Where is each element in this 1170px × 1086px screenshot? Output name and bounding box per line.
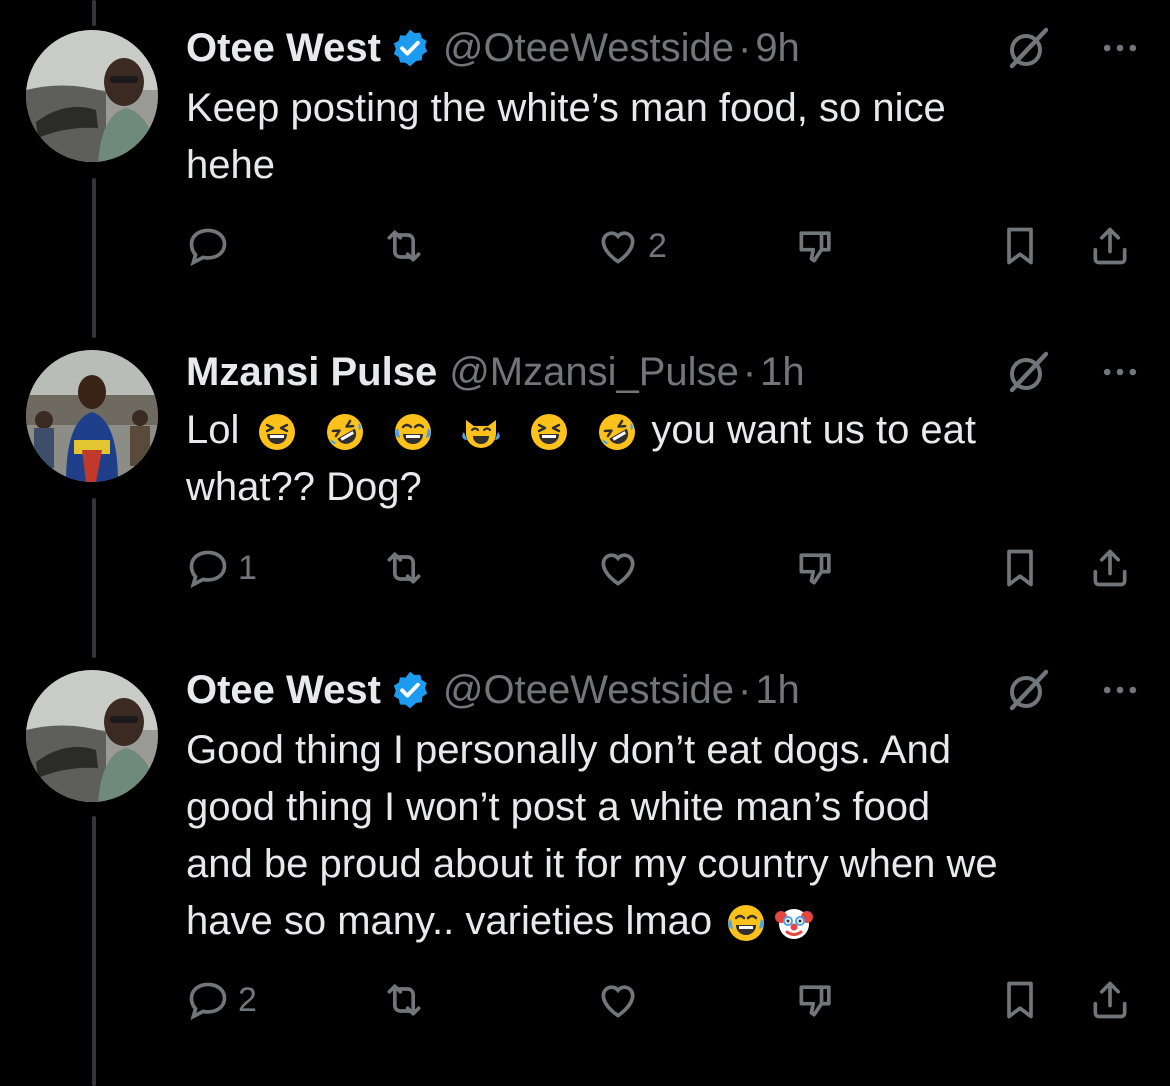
- bookmark-button[interactable]: [998, 540, 1042, 596]
- tweet-text-line: Keep posting the white’s man food, so ni…: [186, 86, 946, 130]
- bookmark-button[interactable]: [998, 972, 1042, 1028]
- grok-icon[interactable]: [1004, 348, 1052, 396]
- heart-icon: [596, 546, 640, 590]
- tweet-text-prefix: Lol: [186, 408, 240, 452]
- tweet-header: Mzansi Pulse @Mzansi_Pulse · 1h: [186, 342, 805, 402]
- tweet-text-line-end: have so many.. varieties lmao: [186, 899, 713, 943]
- verified-badge-icon[interactable]: [389, 27, 431, 69]
- bookmark-icon: [998, 978, 1042, 1022]
- cat-tears-of-joy-icon: [461, 412, 501, 452]
- reply-icon: [186, 546, 230, 590]
- reply-button[interactable]: 2: [186, 972, 257, 1028]
- display-name[interactable]: Otee West: [186, 668, 381, 713]
- reply-icon: [186, 978, 230, 1022]
- tweet-header: Otee West @OteeWestside · 9h: [186, 18, 800, 78]
- retweet-button[interactable]: [382, 218, 426, 274]
- tweet-text-line: what?? Dog?: [186, 465, 422, 509]
- retweet-button[interactable]: [382, 540, 426, 596]
- timestamp[interactable]: 9h: [755, 26, 800, 71]
- separator: ·: [737, 25, 752, 70]
- timestamp[interactable]: 1h: [755, 668, 800, 713]
- retweet-icon: [382, 978, 426, 1022]
- reply-count: 2: [238, 980, 257, 1019]
- tweet[interactable]: Otee West @OteeWestside · 9h Keep postin…: [0, 0, 1170, 330]
- avatar[interactable]: [26, 350, 158, 482]
- grok-icon[interactable]: [1004, 666, 1052, 714]
- bookmark-button[interactable]: [998, 218, 1042, 274]
- share-icon: [1088, 546, 1132, 590]
- tweet[interactable]: Otee West @OteeWestside · 1h Good thing …: [0, 650, 1170, 1086]
- avatar[interactable]: [26, 670, 158, 802]
- username[interactable]: @OteeWestside: [443, 668, 734, 713]
- rolling-on-floor-laughing-icon: [597, 412, 637, 452]
- heart-icon: [596, 978, 640, 1022]
- tweet-text-suffix: you want us to eat: [651, 408, 977, 452]
- action-bar: 2: [186, 972, 1146, 1028]
- share-button[interactable]: [1088, 972, 1132, 1028]
- tweet-text-line: hehe: [186, 143, 275, 187]
- tweet-text-line: good thing I won’t post a white man’s fo…: [186, 785, 931, 829]
- bookmark-icon: [998, 546, 1042, 590]
- thumbs-down-icon: [794, 546, 838, 590]
- tweet-text-line: Good thing I personally don’t eat dogs. …: [186, 728, 951, 772]
- action-bar: 2: [186, 218, 1146, 274]
- like-button[interactable]: 2: [596, 218, 667, 274]
- timestamp[interactable]: 1h: [760, 350, 805, 395]
- share-button[interactable]: [1088, 540, 1132, 596]
- separator: ·: [737, 667, 752, 712]
- retweet-icon: [382, 546, 426, 590]
- tweet[interactable]: Mzansi Pulse @Mzansi_Pulse · 1h Lol you w…: [0, 330, 1170, 650]
- reply-icon: [186, 224, 230, 268]
- reply-button[interactable]: [186, 218, 238, 274]
- retweet-icon: [382, 224, 426, 268]
- tweet-header: Otee West @OteeWestside · 1h: [186, 660, 800, 720]
- tears-of-joy-icon: [726, 903, 766, 943]
- username[interactable]: @Mzansi_Pulse: [449, 350, 739, 395]
- display-name[interactable]: Mzansi Pulse: [186, 350, 437, 395]
- like-count: 2: [648, 226, 667, 265]
- tweet-text-line: Lol you want us to eat: [186, 402, 1136, 459]
- like-button[interactable]: [596, 540, 648, 596]
- grinning-squinting-face-icon: [529, 412, 569, 452]
- display-name[interactable]: Otee West: [186, 26, 381, 71]
- share-icon: [1088, 978, 1132, 1022]
- share-button[interactable]: [1088, 218, 1132, 274]
- more-options-icon[interactable]: [1098, 26, 1142, 70]
- dislike-button[interactable]: [794, 540, 838, 596]
- clown-face-icon: [774, 903, 814, 943]
- username[interactable]: @OteeWestside: [443, 26, 734, 71]
- verified-badge-icon[interactable]: [389, 669, 431, 711]
- bookmark-icon: [998, 224, 1042, 268]
- dislike-button[interactable]: [794, 218, 838, 274]
- avatar[interactable]: [26, 30, 158, 162]
- reply-count: 1: [238, 548, 257, 587]
- grok-icon[interactable]: [1004, 24, 1052, 72]
- reply-button[interactable]: 1: [186, 540, 257, 596]
- like-button[interactable]: [596, 972, 648, 1028]
- share-icon: [1088, 224, 1132, 268]
- tweet-text: Good thing I personally don’t eat dogs. …: [186, 722, 1136, 950]
- separator: ·: [742, 349, 757, 394]
- action-bar: 1: [186, 540, 1146, 596]
- more-options-icon[interactable]: [1098, 350, 1142, 394]
- tweet-text: Keep posting the white’s man food, so ni…: [186, 80, 1136, 194]
- thumbs-down-icon: [794, 978, 838, 1022]
- tweet-text-line: and be proud about it for my country whe…: [186, 842, 998, 886]
- dislike-button[interactable]: [794, 972, 838, 1028]
- grinning-squinting-face-icon: [257, 412, 297, 452]
- retweet-button[interactable]: [382, 972, 426, 1028]
- more-options-icon[interactable]: [1098, 668, 1142, 712]
- tweet-text-line: have so many.. varieties lmao: [186, 893, 1136, 950]
- heart-icon: [596, 224, 640, 268]
- tears-of-joy-icon: [393, 412, 433, 452]
- rolling-on-floor-laughing-icon: [325, 412, 365, 452]
- thumbs-down-icon: [794, 224, 838, 268]
- tweet-text: Lol you want us to eat what?? Dog?: [186, 402, 1136, 516]
